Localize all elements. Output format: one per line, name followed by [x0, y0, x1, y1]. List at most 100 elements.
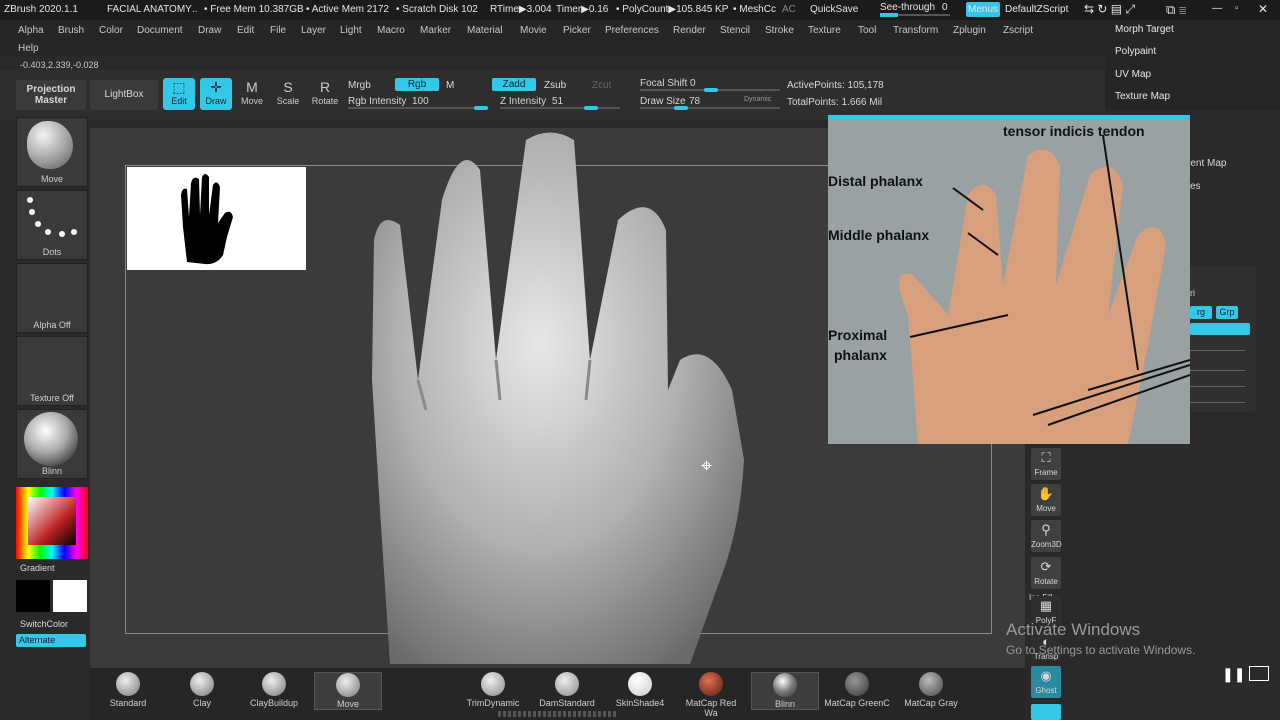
gradient-label[interactable]: Gradient — [20, 563, 55, 573]
stroke-dots-slot[interactable]: Dots — [16, 190, 88, 260]
polycount: • PolyCount▶105.845 KP — [616, 4, 729, 15]
zsub-toggle[interactable]: Zsub — [544, 80, 566, 91]
matcap-gray-icon — [919, 672, 943, 696]
texture-map-item[interactable]: Texture Map — [1115, 91, 1170, 102]
material-matcap-red[interactable]: MatCap Red Wa — [678, 672, 744, 718]
menu-transform[interactable]: Transform — [893, 25, 938, 36]
menu-layer[interactable]: Layer — [301, 25, 326, 36]
seethrough-label[interactable]: See-through — [880, 2, 935, 13]
title-bar: ZBrush 2020.1.1 FACIAL ANATOMY .. • Free… — [0, 0, 1280, 20]
menu-marker[interactable]: Marker — [420, 25, 451, 36]
alpha-label: Alpha Off — [33, 320, 71, 330]
brush-move[interactable]: Move — [314, 672, 382, 710]
zoom3d-button[interactable]: ⚲ Zoom3D — [1031, 520, 1062, 552]
menus-button[interactable]: Menus — [966, 2, 1000, 17]
focal-shift-slider[interactable] — [640, 88, 780, 92]
claybuildup-brush-icon — [262, 672, 286, 696]
edit-button[interactable]: ⬚ Edit — [163, 78, 195, 110]
layout-icons[interactable]: ⧉ ≣ — [1166, 2, 1187, 18]
menu-edit[interactable]: Edit — [237, 25, 254, 36]
brush-trimdynamic[interactable]: TrimDynamic — [460, 672, 526, 708]
move-button[interactable]: M Move — [236, 78, 268, 110]
hand-3d-model[interactable] — [360, 130, 750, 664]
ghost-button[interactable]: ◉ Ghost — [1031, 666, 1061, 698]
color-picker[interactable] — [16, 487, 88, 559]
frame-button[interactable]: ⛶ Frame — [1031, 448, 1061, 480]
brush-damstandard[interactable]: DamStandard — [534, 672, 600, 708]
menu-stroke[interactable]: Stroke — [765, 25, 794, 36]
seethrough-slider[interactable] — [880, 13, 950, 17]
zadd-toggle[interactable]: Zadd — [492, 78, 536, 91]
menu-tool[interactable]: Tool — [858, 25, 876, 36]
texture-slot[interactable]: Texture Off — [16, 336, 88, 406]
menu-brush[interactable]: Brush — [58, 25, 84, 36]
pause-icon[interactable]: ❚❚ — [1222, 666, 1245, 683]
menu-stencil[interactable]: Stencil — [720, 25, 750, 36]
uv-map-item[interactable]: UV Map — [1115, 69, 1151, 80]
draw-size-slider[interactable] — [640, 106, 780, 110]
material-matcap-gray[interactable]: MatCap Gray — [898, 672, 964, 708]
menu-zplugin[interactable]: Zplugin — [953, 25, 986, 36]
menu-texture[interactable]: Texture — [808, 25, 841, 36]
material-matcap-green[interactable]: MatCap GreenC — [824, 672, 890, 708]
menu-document[interactable]: Document — [137, 25, 183, 36]
menu-material[interactable]: Material — [467, 25, 503, 36]
menu-zscript[interactable]: Zscript — [1003, 25, 1033, 36]
material-blinn[interactable]: Blinn — [751, 672, 819, 710]
zcut-toggle[interactable]: Zcut — [592, 80, 611, 91]
brush-claybuildup[interactable]: ClayBuildup — [241, 672, 307, 708]
rg-button[interactable]: rg — [1190, 306, 1212, 319]
z-intensity-slider[interactable] — [500, 106, 620, 110]
menu-file[interactable]: File — [270, 25, 286, 36]
default-zscript[interactable]: DefaultZScript — [1005, 4, 1068, 15]
frame-icon: ⛶ — [1041, 450, 1051, 465]
main-color-swatch[interactable] — [16, 580, 50, 612]
menu-alpha[interactable]: Alpha — [18, 25, 44, 36]
dynamic-toggle[interactable]: Dynamic — [744, 96, 771, 103]
rotate-nav-button[interactable]: ⟳ Rotate — [1031, 557, 1061, 589]
solo-button[interactable] — [1031, 704, 1061, 720]
texture-label: Texture Off — [30, 393, 74, 403]
alpha-slot[interactable]: Alpha Off — [16, 263, 88, 333]
material-skinshade4[interactable]: SkinShade4 — [607, 672, 673, 708]
menu-draw[interactable]: Draw — [198, 25, 221, 36]
menu-macro[interactable]: Macro — [377, 25, 405, 36]
brush-standard[interactable]: Standard — [95, 672, 161, 708]
quicksave-button[interactable]: QuickSave — [810, 4, 858, 15]
brush-move-slot[interactable]: Move — [16, 117, 88, 187]
draw-button[interactable]: ✛ Draw — [200, 78, 232, 110]
close-icon[interactable]: ✕ — [1258, 2, 1268, 16]
projection-master-button[interactable]: Projection Master — [16, 80, 86, 110]
scale-button[interactable]: S Scale — [272, 78, 304, 110]
minimize-icon[interactable]: — — [1212, 3, 1222, 14]
picture-icon[interactable] — [1249, 666, 1269, 681]
lightbox-button[interactable]: LightBox — [90, 80, 158, 110]
rgb-intensity-slider[interactable] — [348, 106, 488, 110]
restore-icon[interactable]: ▫ — [1235, 3, 1239, 14]
menu-movie[interactable]: Movie — [520, 25, 547, 36]
secondary-color-swatch[interactable] — [53, 580, 87, 612]
move-nav-button[interactable]: ✋ Move — [1031, 484, 1061, 516]
color-square[interactable] — [28, 497, 76, 545]
menu-color[interactable]: Color — [99, 25, 123, 36]
partial-menu-item[interactable]: es — [1190, 181, 1201, 192]
menu-help[interactable]: Help — [18, 43, 39, 54]
rotate-button[interactable]: R Rotate — [309, 78, 341, 110]
brush-clay[interactable]: Clay — [169, 672, 235, 708]
m-toggle[interactable]: M — [446, 80, 454, 91]
morph-target-item[interactable]: Morph Target — [1115, 24, 1174, 35]
rgb-toggle[interactable]: Rgb — [395, 78, 439, 91]
polypaint-item[interactable]: Polypaint — [1115, 46, 1156, 57]
mrgb-toggle[interactable]: Mrgb — [348, 80, 371, 91]
cyan-bar[interactable] — [1190, 323, 1250, 335]
switchcolor-button[interactable]: SwitchColor — [20, 619, 68, 629]
alternate-toggle[interactable]: Alternate — [16, 634, 86, 647]
material-slot[interactable]: Blinn — [16, 409, 88, 479]
menu-render[interactable]: Render — [673, 25, 706, 36]
help-icons[interactable]: ⇆ ↻ ▤ ⤢ — [1084, 2, 1135, 17]
grp-button[interactable]: Grp — [1216, 306, 1238, 319]
menu-preferences[interactable]: Preferences — [605, 25, 659, 36]
menu-picker[interactable]: Picker — [563, 25, 591, 36]
menu-light[interactable]: Light — [340, 25, 362, 36]
shelf-scroll-handle[interactable] — [498, 711, 618, 717]
